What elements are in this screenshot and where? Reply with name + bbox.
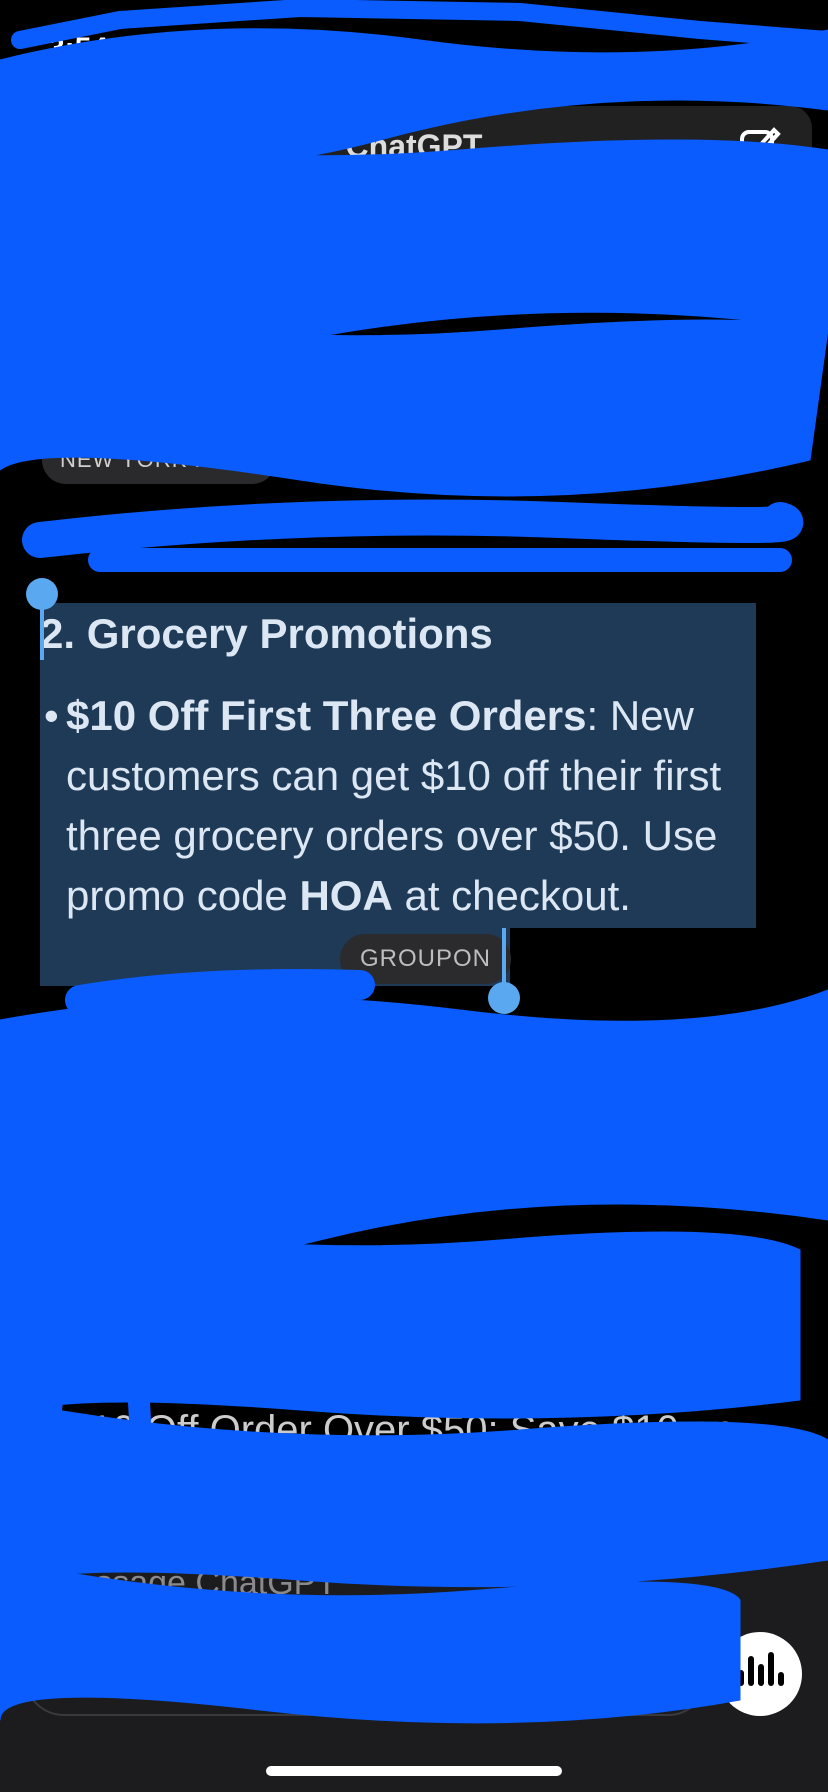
source-chip[interactable]: GROUPON: [499, 1154, 657, 1203]
voice-mode-icon[interactable]: [718, 1632, 802, 1716]
message-input[interactable]: Message ChatGPT: [48, 1564, 337, 1603]
selection-end-handle-bar[interactable]: [502, 928, 506, 988]
list-item: • $10 off your first fresh … of $50 or m…: [42, 1086, 762, 1206]
status-time: 3:54: [48, 32, 109, 65]
app-title: ChatGPT: [345, 128, 483, 164]
location-arrow-icon: ➤: [130, 31, 154, 62]
promo-text-end: at checkout.: [392, 872, 631, 919]
source-chip[interactable]: NEW YORK POST: [42, 436, 277, 485]
list-item: • … patio furniture and gardening tools.…: [42, 368, 762, 488]
promo-title: $10 Off First Three Orders: [66, 692, 587, 739]
message-composer: Message ChatGPT +: [0, 1496, 828, 1792]
section-heading: 3. …: [40, 1306, 129, 1353]
composer-toolbar: +: [24, 1636, 708, 1716]
top-bar: ChatGPT: [16, 106, 812, 186]
home-indicator: [266, 1766, 562, 1776]
status-bar: 3:54 ➤: [0, 0, 828, 96]
list-item: • … Save up to 38% on brands like Crissp…: [42, 190, 762, 310]
mic-icon[interactable]: [652, 1652, 682, 1698]
source-chip[interactable]: GROUPON: [340, 934, 512, 984]
section-heading: 2. Grocery Promotions: [40, 610, 493, 657]
promo-list-item: • $10 Off First Three Orders: New custom…: [44, 692, 722, 919]
new-chat-icon[interactable]: [736, 122, 784, 170]
promo-code: HOA: [299, 872, 393, 919]
list-item-text: … patio furniture and gardening tools.: [68, 376, 738, 420]
source-chip[interactable]: GROUPON: [224, 258, 381, 307]
plus-icon[interactable]: +: [48, 1648, 75, 1704]
selection-start-handle[interactable]: [26, 578, 58, 610]
selection-end-handle[interactable]: [488, 982, 520, 1014]
